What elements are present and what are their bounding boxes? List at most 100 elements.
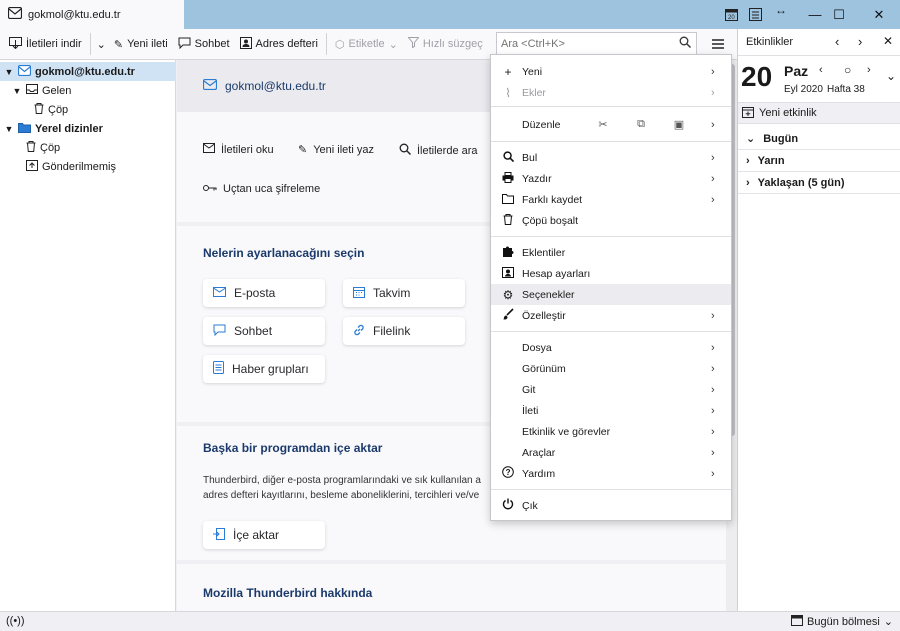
printer-icon (501, 171, 515, 186)
envelope-icon (203, 143, 215, 156)
chevron-down-icon[interactable]: ⌄ (886, 69, 896, 83)
search-input[interactable]: Ara <Ctrl+K> (496, 32, 697, 56)
mail-tab-icon (7, 6, 23, 22)
chevron-right-icon: › (711, 404, 715, 417)
agenda-tomorrow[interactable]: › Yarın (738, 150, 900, 172)
link-icon (353, 324, 365, 339)
menu-save-as[interactable]: Farklı kaydet › (491, 189, 731, 210)
menu-message-label: İleti (522, 404, 539, 417)
tasks-tab-icon[interactable] (747, 6, 763, 22)
get-messages-button[interactable]: İletileri indir (4, 32, 87, 56)
online-status-icon[interactable]: ((•)) (6, 615, 25, 627)
new-event-button[interactable]: Yeni etkinlik (738, 102, 900, 124)
e2e-encryption-link[interactable]: Uçtan uca şifreleme (203, 183, 320, 195)
setup-filelink-card[interactable]: Filelink (343, 317, 465, 345)
new-message-button[interactable]: ✎ Yeni ileti (109, 32, 173, 56)
menu-tools[interactable]: Araçlar › (491, 442, 731, 463)
chevron-right-icon: › (711, 362, 715, 375)
mail-tab[interactable]: gokmol@ktu.edu.tr (0, 0, 184, 29)
setup-title: Nelerin ayarlanacağını seçin (203, 246, 365, 260)
copy-icon[interactable]: ⧉ (627, 114, 655, 135)
menu-edit[interactable]: Düzenle ✂ ⧉ ▣ › (491, 114, 731, 136)
about-title: Mozilla Thunderbird hakkında (203, 586, 373, 600)
menu-print[interactable]: Yazdır › (491, 168, 731, 189)
write-message-link[interactable]: ✎ Yeni ileti yaz (298, 143, 374, 157)
chevron-left-icon[interactable]: ‹ (819, 64, 823, 76)
setup-email-label: E-posta (234, 286, 276, 300)
chevron-right-icon: › (711, 446, 715, 459)
menu-message[interactable]: İleti › (491, 400, 731, 421)
import-button[interactable]: İçe aktar (203, 521, 325, 549)
app-menu-button[interactable] (708, 34, 728, 54)
menu-file[interactable]: Dosya › (491, 337, 731, 358)
menu-empty-trash[interactable]: Çöpü boşalt (491, 210, 731, 231)
folder-account[interactable]: ▼ gokmol@ktu.edu.tr (0, 62, 176, 81)
setup-chat-card[interactable]: Sohbet (203, 317, 325, 345)
paintbrush-icon (501, 308, 515, 323)
menu-tools-label: Araçlar (522, 446, 556, 459)
hamburger-icon (712, 36, 724, 52)
menu-help[interactable]: ? Yardım › (491, 463, 731, 484)
help-icon: ? (501, 466, 515, 481)
chevron-right-icon: › (711, 309, 715, 322)
resize-icon[interactable]: ↔ (773, 2, 789, 18)
folder-unsent[interactable]: Gönderilmemiş (0, 157, 176, 176)
chevron-right-icon[interactable]: › (858, 34, 862, 49)
paste-icon[interactable]: ▣ (665, 114, 693, 135)
search-icon (399, 143, 411, 158)
folder-inbox[interactable]: ▼ Gelen (0, 81, 176, 100)
menu-help-label: Yardım (522, 467, 556, 480)
menu-find[interactable]: Bul › (491, 147, 731, 168)
today-pane-toggle[interactable]: Bugün bölmesi ⌄ (791, 614, 893, 629)
setup-email-card[interactable]: E-posta (203, 279, 325, 307)
close-icon[interactable]: ✕ (883, 34, 893, 48)
today-pane-title: Etkinlikler (746, 36, 794, 48)
menu-go[interactable]: Git › (491, 379, 731, 400)
chevron-down-icon[interactable]: ▼ (4, 124, 14, 134)
gear-icon: ⚙ (502, 287, 514, 302)
tag-button[interactable]: ⬡ Etiketle ⌄ (330, 32, 403, 56)
chevron-down-icon[interactable]: ▼ (4, 67, 14, 77)
chevron-right-icon: › (711, 193, 715, 206)
address-book-button[interactable]: Adres defteri (235, 32, 323, 56)
folder-local-trash[interactable]: Çöp (0, 138, 176, 157)
chevron-left-icon[interactable]: ‹ (835, 34, 839, 49)
menu-separator (491, 106, 731, 107)
today-pane-header: Etkinlikler ‹ › ✕ (738, 29, 900, 56)
chevron-down-icon[interactable]: ▼ (12, 86, 22, 96)
agenda-today[interactable]: ⌄ Bugün (738, 128, 900, 150)
calendar-tab-icon[interactable]: 20 (723, 6, 739, 22)
svg-text:?: ? (506, 468, 511, 477)
setup-newsgroups-label: Haber grupları (232, 362, 309, 376)
account-title: gokmol@ktu.edu.tr (225, 79, 326, 93)
setup-newsgroups-card[interactable]: Haber grupları (203, 355, 325, 383)
menu-options[interactable]: ⚙ Seçenekler (491, 284, 731, 305)
menu-attachments[interactable]: ⌇ Ekler › (491, 82, 731, 103)
menu-account-settings[interactable]: Hesap ayarları (491, 263, 731, 284)
menu-edit-label: Düzenle (522, 119, 561, 131)
menu-customize[interactable]: Özelleştir › (491, 305, 731, 326)
menu-new[interactable]: + Yeni › (491, 61, 731, 82)
menu-addons[interactable]: Eklentiler (491, 242, 731, 263)
read-messages-link[interactable]: İletileri oku (203, 143, 274, 156)
today-circle-icon[interactable]: ○ (844, 63, 851, 77)
setup-chat-label: Sohbet (234, 324, 273, 338)
setup-calendar-card[interactable]: Takvim (343, 279, 465, 307)
close-button[interactable]: ✕ (856, 0, 900, 29)
chevron-right-icon[interactable]: › (867, 64, 871, 76)
newspaper-icon (213, 361, 224, 377)
menu-view[interactable]: Görünüm › (491, 358, 731, 379)
quick-filter-button[interactable]: Hızlı süzgeç (403, 32, 488, 56)
menu-separator (491, 331, 731, 332)
folder-inbox-trash[interactable]: Çöp (0, 100, 176, 119)
cut-icon[interactable]: ✂ (589, 114, 617, 135)
chevron-right-icon: › (746, 154, 750, 167)
get-messages-dropdown[interactable]: ⌄ (94, 32, 109, 56)
folder-local[interactable]: ▼ Yerel dizinler (0, 119, 176, 138)
search-messages-link[interactable]: İletilerde ara (399, 143, 478, 158)
chevron-down-icon: ⌄ (883, 616, 893, 628)
chat-button[interactable]: Sohbet (173, 32, 235, 56)
agenda-upcoming[interactable]: › Yaklaşan (5 gün) (738, 172, 900, 194)
menu-quit[interactable]: Çık (491, 495, 731, 516)
menu-events-tasks[interactable]: Etkinlik ve görevler › (491, 421, 731, 442)
